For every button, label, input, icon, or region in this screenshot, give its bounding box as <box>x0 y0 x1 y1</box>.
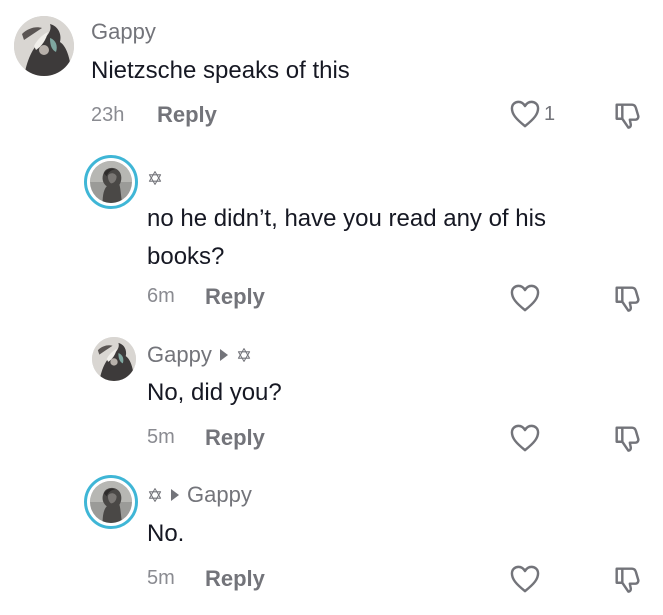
comment-text: No, did you? <box>147 379 282 406</box>
avatar[interactable] <box>14 16 74 76</box>
thumbs-down-icon <box>612 564 642 594</box>
avatar[interactable] <box>84 475 138 529</box>
comment-text: no he didn’t, have you read any of his b… <box>147 205 546 270</box>
comment-text: No. <box>147 520 185 547</box>
star-of-david-icon <box>236 347 252 363</box>
like-button[interactable]: 1 <box>510 100 555 128</box>
comment-timestamp: 6m <box>147 285 175 307</box>
reply-button[interactable]: Reply <box>205 284 265 310</box>
comment-username[interactable]: Gappy <box>91 19 156 45</box>
heart-outline-icon <box>510 565 540 593</box>
like-button[interactable] <box>510 565 540 593</box>
star-of-david-icon <box>147 487 163 503</box>
comment-username[interactable]: Gappy <box>147 342 252 368</box>
heart-outline-icon <box>510 424 540 452</box>
comment-timestamp: 5m <box>147 567 175 589</box>
comment-username[interactable] <box>147 170 163 186</box>
reply-button[interactable]: Reply <box>157 102 217 128</box>
like-button[interactable] <box>510 424 540 452</box>
star-of-david-icon <box>147 170 163 186</box>
heart-outline-icon <box>510 284 540 312</box>
comment-username[interactable]: Gappy <box>147 482 252 508</box>
thumbs-down-icon <box>612 283 642 313</box>
gappy-avatar-image <box>92 337 136 381</box>
reply-arrow-icon <box>171 489 179 501</box>
dislike-button[interactable] <box>612 423 642 458</box>
dislike-button[interactable] <box>612 283 642 318</box>
thumbs-down-icon <box>612 423 642 453</box>
reply-button[interactable]: Reply <box>205 425 265 451</box>
statue-avatar-image <box>90 481 132 523</box>
reply-arrow-icon <box>219 349 228 361</box>
comment-timestamp: 23h <box>91 104 125 126</box>
thumbs-down-icon <box>612 100 642 130</box>
like-count: 1 <box>544 102 556 125</box>
avatar[interactable] <box>92 337 136 381</box>
reply-button[interactable]: Reply <box>205 566 265 592</box>
like-button[interactable] <box>510 284 540 312</box>
comment-text: Nietzsche speaks of this <box>91 57 350 84</box>
statue-avatar-image <box>90 161 132 203</box>
comment-timestamp: 5m <box>147 426 175 448</box>
avatar[interactable] <box>84 155 138 209</box>
dislike-button[interactable] <box>612 564 642 599</box>
heart-outline-icon <box>510 100 540 128</box>
gappy-avatar-image <box>14 16 74 76</box>
dislike-button[interactable] <box>612 100 642 135</box>
